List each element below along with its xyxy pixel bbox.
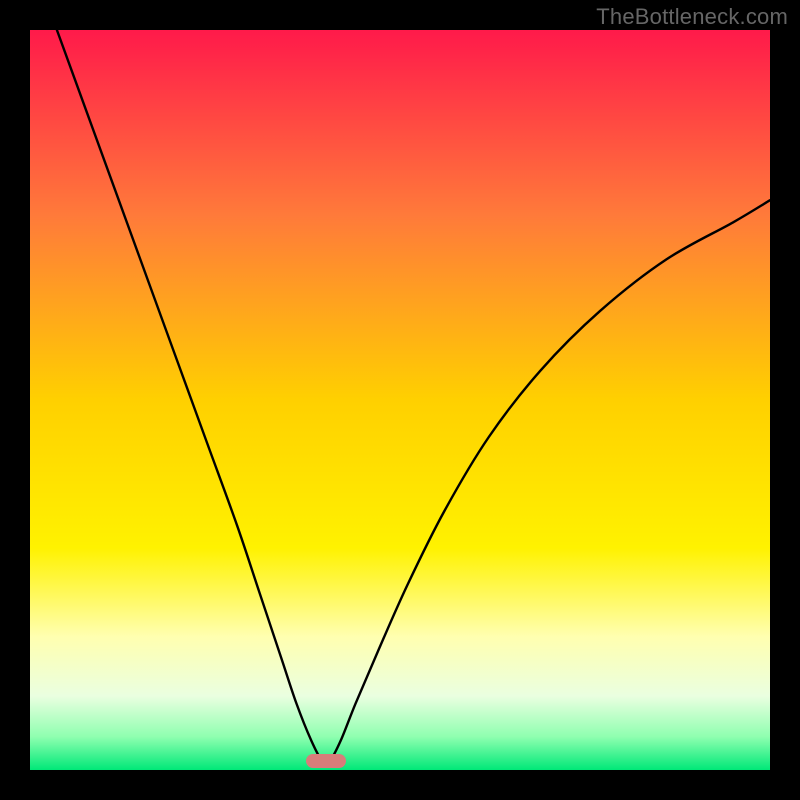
- min-marker: [306, 754, 346, 768]
- bottleneck-curve: [30, 30, 770, 764]
- chart-frame: TheBottleneck.com: [0, 0, 800, 800]
- curve-layer: [30, 30, 770, 770]
- watermark-text: TheBottleneck.com: [596, 4, 788, 30]
- plot-area: [30, 30, 770, 770]
